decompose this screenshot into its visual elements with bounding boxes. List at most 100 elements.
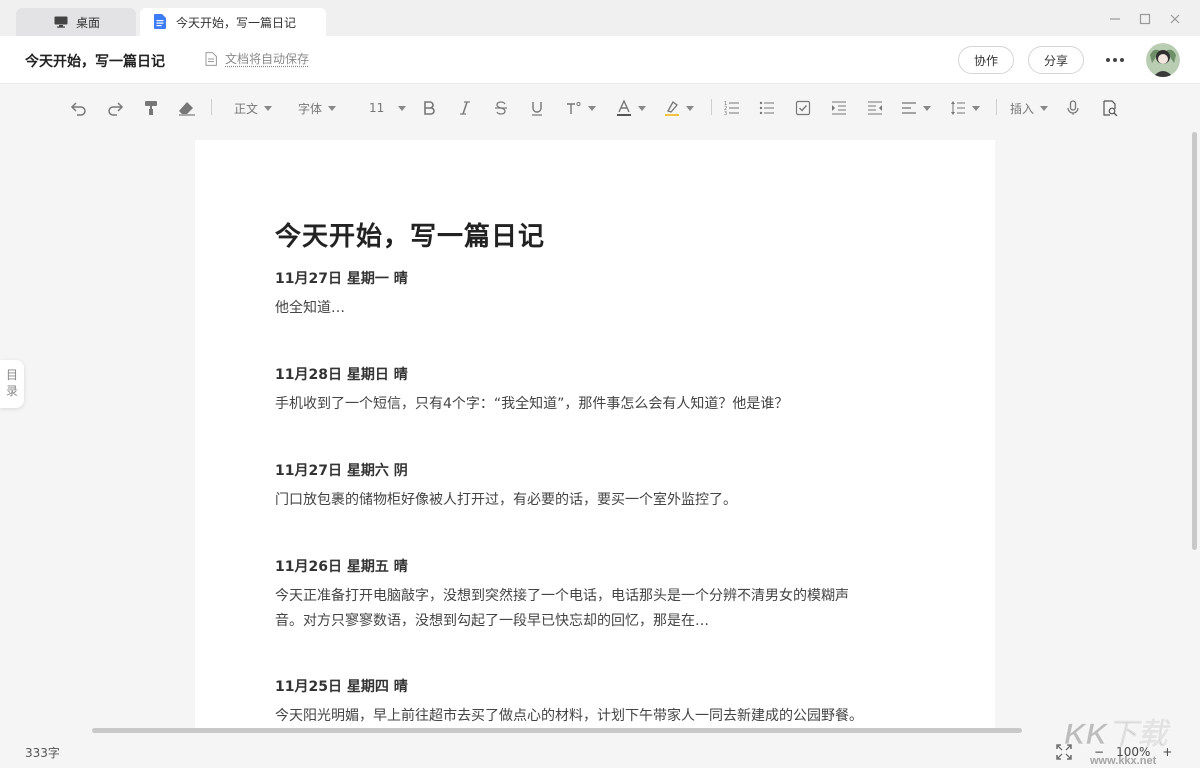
insert-menu[interactable]: 插入 bbox=[1010, 98, 1049, 118]
undo-icon bbox=[70, 102, 86, 116]
font-size-label: 11 bbox=[369, 101, 385, 115]
word-count: 333字 bbox=[25, 746, 60, 760]
task-list-button[interactable] bbox=[795, 98, 811, 118]
svg-text:3: 3 bbox=[724, 111, 727, 116]
autosave-text: 文档将自动保存 bbox=[225, 52, 310, 66]
eraser-icon bbox=[179, 102, 195, 116]
entry-date[interactable]: 11月25日 星期四 晴 bbox=[275, 676, 408, 696]
document-page[interactable]: 今天开始，写一篇日记 11月27日 星期一 晴 他全知道… 11月28日 星期日… bbox=[195, 140, 995, 728]
indent-increase-button[interactable] bbox=[831, 98, 847, 118]
bold-icon bbox=[424, 101, 435, 115]
find-replace-button[interactable] bbox=[1102, 98, 1118, 118]
ordered-list-icon: 123 bbox=[724, 101, 739, 116]
chevron-down-icon bbox=[1040, 105, 1049, 111]
chevron-down-icon bbox=[638, 105, 646, 111]
entry-body[interactable]: 今天正准备打开电脑敲字，没想到突然接了一个电话，电话那头是一个分辨不清男女的模糊… bbox=[275, 584, 915, 634]
toolbar-divider bbox=[996, 99, 997, 115]
entry-date[interactable]: 11月27日 星期六 阴 bbox=[275, 460, 408, 480]
font-color-button[interactable] bbox=[616, 98, 646, 118]
toolbar-divider bbox=[211, 99, 212, 115]
chevron-down-icon bbox=[972, 105, 980, 111]
tab-document-label: 今天开始，写一篇日记 bbox=[176, 15, 297, 30]
superscript-button[interactable] bbox=[566, 98, 596, 118]
document-header: 今天开始，写一篇日记 文档将自动保存 协作 分享 bbox=[0, 36, 1200, 84]
ordered-list-button[interactable]: 123 bbox=[724, 98, 740, 118]
bold-button[interactable] bbox=[422, 98, 436, 118]
file-icon bbox=[205, 51, 217, 66]
entry-line: 音。对方只寥寥数语，没想到勾起了一段早已快忘却的回忆，那是在… bbox=[275, 613, 709, 629]
superscript-icon bbox=[567, 101, 581, 114]
bullet-list-button[interactable] bbox=[759, 98, 775, 118]
highlighter-icon bbox=[665, 101, 679, 116]
voice-input-button[interactable] bbox=[1066, 98, 1080, 118]
bullet-list-icon bbox=[759, 101, 774, 115]
entry-line: 门口放包裹的储物柜好像被人打开过，有必要的话，要买一个室外监控了。 bbox=[275, 492, 737, 508]
entry-line: 今天阳光明媚，早上前往超市去买了做点心的材料，计划下午带家人一同去新建成的公园野… bbox=[275, 708, 863, 724]
close-icon[interactable] bbox=[1168, 12, 1182, 26]
paragraph-style-select[interactable]: 正文 bbox=[234, 98, 273, 118]
entry-date[interactable]: 11月27日 星期一 晴 bbox=[275, 268, 408, 288]
watermark-url: www.kkx.net bbox=[1089, 755, 1157, 767]
undo-button[interactable] bbox=[70, 98, 88, 118]
maximize-icon[interactable] bbox=[1138, 12, 1152, 26]
indent-decrease-icon bbox=[868, 101, 882, 115]
entry-body[interactable]: 他全知道… bbox=[275, 296, 915, 321]
outline-label-2: 录 bbox=[5, 384, 18, 398]
outline-toggle[interactable]: 目 录 bbox=[0, 360, 24, 408]
italic-icon bbox=[460, 101, 470, 115]
checkbox-icon bbox=[795, 100, 811, 116]
share-button[interactable]: 分享 bbox=[1028, 46, 1084, 74]
chevron-down-icon bbox=[686, 105, 694, 111]
microphone-icon bbox=[1067, 100, 1079, 115]
vertical-scrollbar[interactable] bbox=[1192, 132, 1197, 550]
tab-document[interactable]: 今天开始，写一篇日记 bbox=[140, 8, 326, 36]
collaborate-button[interactable]: 协作 bbox=[958, 46, 1014, 74]
font-size-select[interactable]: 11 bbox=[369, 98, 407, 118]
entry-body[interactable]: 手机收到了一个短信，只有4个字：“我全知道”，那件事怎么会有人知道？他是谁？ bbox=[275, 392, 915, 417]
document-search-icon bbox=[1103, 100, 1118, 116]
tab-desktop[interactable]: 桌面 bbox=[16, 8, 136, 36]
kk-download-watermark-logo: KK下载 www.kkx.net bbox=[1064, 718, 1172, 768]
line-spacing-button[interactable] bbox=[950, 98, 980, 118]
horizontal-scrollbar[interactable] bbox=[92, 728, 1022, 733]
font-family-select[interactable]: 字体 bbox=[298, 98, 337, 118]
redo-button[interactable] bbox=[106, 98, 124, 118]
chevron-down-icon bbox=[328, 105, 337, 111]
document-title[interactable]: 今天开始，写一篇日记 bbox=[275, 216, 545, 253]
indent-increase-icon bbox=[832, 101, 846, 115]
indent-decrease-button[interactable] bbox=[867, 98, 883, 118]
entry-body[interactable]: 门口放包裹的储物柜好像被人打开过，有必要的话，要买一个室外监控了。 bbox=[275, 488, 915, 513]
chevron-down-icon bbox=[923, 105, 931, 111]
monitor-icon bbox=[54, 16, 68, 28]
outline-label-1: 目 bbox=[5, 368, 18, 382]
entry-date[interactable]: 11月28日 星期日 晴 bbox=[275, 364, 408, 384]
italic-button[interactable] bbox=[458, 98, 472, 118]
entry-date[interactable]: 11月26日 星期五 晴 bbox=[275, 556, 408, 576]
status-bar: 333字 − 100% + bbox=[0, 736, 1200, 768]
clear-format-button[interactable] bbox=[178, 98, 196, 118]
highlight-color-button[interactable] bbox=[664, 98, 694, 118]
paragraph-style-label: 正文 bbox=[234, 101, 259, 116]
redo-icon bbox=[108, 102, 124, 116]
align-button[interactable] bbox=[901, 98, 931, 118]
underline-button[interactable] bbox=[530, 98, 544, 118]
tab-bar: 桌面 今天开始，写一篇日记 bbox=[0, 0, 1200, 36]
strikethrough-button[interactable] bbox=[494, 98, 508, 118]
chevron-down-icon bbox=[588, 105, 596, 111]
user-avatar[interactable] bbox=[1146, 43, 1180, 77]
entry-body[interactable]: 今天阳光明媚，早上前往超市去买了做点心的材料，计划下午带家人一同去新建成的公园野… bbox=[275, 704, 915, 728]
font-family-label: 字体 bbox=[298, 101, 323, 116]
minimize-icon[interactable] bbox=[1108, 12, 1122, 26]
strikethrough-icon bbox=[495, 101, 507, 115]
format-painter-icon bbox=[145, 101, 157, 115]
header-doc-title[interactable]: 今天开始，写一篇日记 bbox=[25, 51, 165, 71]
font-color-icon bbox=[617, 100, 631, 116]
underline-icon bbox=[532, 102, 542, 116]
watermark-brand: KK下载 bbox=[1064, 718, 1171, 751]
entry-line: 今天正准备打开电脑敲字，没想到突然接了一个电话，电话那头是一个分辨不清男女的模糊… bbox=[275, 588, 849, 604]
more-options-icon[interactable] bbox=[1104, 52, 1126, 68]
formatting-toolbar: 正文 字体 11 123 插入 bbox=[0, 84, 1200, 132]
document-icon bbox=[154, 14, 166, 29]
autosave-status: 文档将自动保存 bbox=[205, 50, 309, 67]
format-painter-button[interactable] bbox=[143, 98, 159, 118]
